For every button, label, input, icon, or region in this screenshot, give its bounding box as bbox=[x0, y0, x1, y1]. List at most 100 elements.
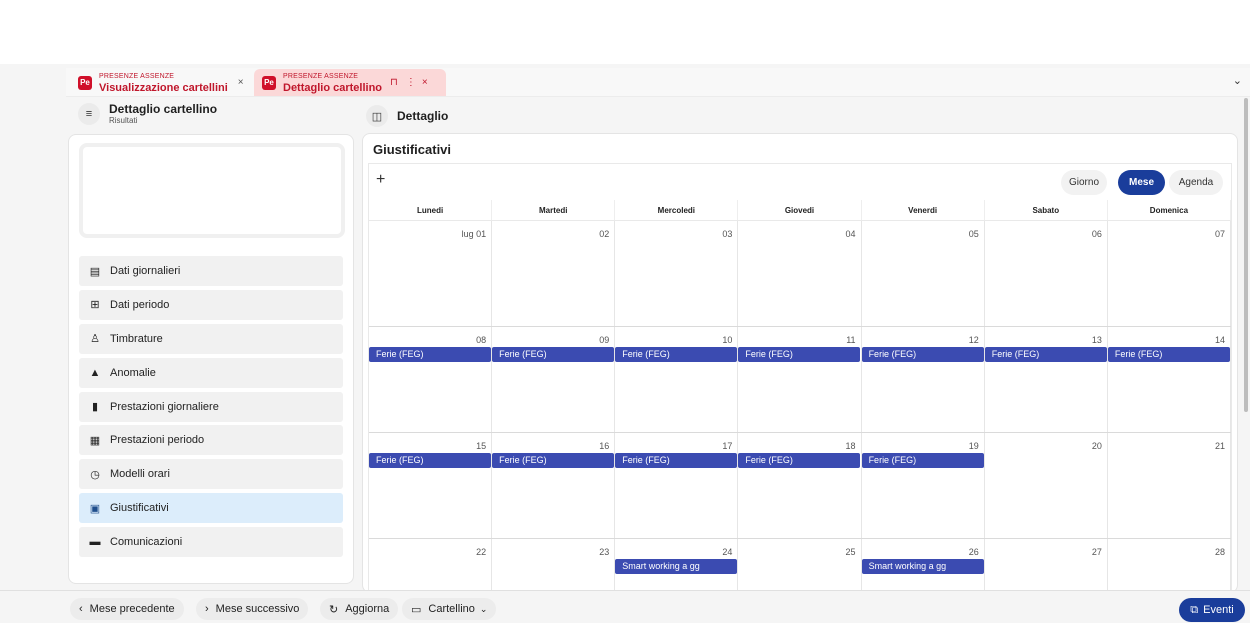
calendar-event[interactable]: Ferie (FEG) bbox=[615, 347, 738, 362]
day-number[interactable]: 26 bbox=[969, 547, 979, 557]
menu-item-prestazioni-periodo[interactable]: ▦ Prestazioni periodo bbox=[79, 425, 343, 456]
more-vert-icon[interactable]: ⋮ bbox=[406, 77, 416, 88]
scrollbar[interactable] bbox=[1244, 98, 1248, 412]
tab-visualizzazione-cartellini[interactable]: Pe PRESENZE ASSENZE Visualizzazione cart… bbox=[70, 69, 252, 96]
calendar-event[interactable]: Ferie (FEG) bbox=[615, 453, 738, 468]
calendar-day-cell[interactable]: 10 Ferie (FEG) bbox=[615, 327, 739, 432]
next-month-button[interactable]: › Mese successivo bbox=[196, 598, 309, 620]
calendar-day-cell[interactable]: 09 Ferie (FEG) bbox=[492, 327, 616, 432]
calendar-event[interactable]: Ferie (FEG) bbox=[984, 347, 1107, 362]
chevron-down-icon[interactable]: ⌄ bbox=[1233, 74, 1242, 87]
calendar-event[interactable]: Ferie (FEG) bbox=[492, 453, 615, 468]
day-number[interactable]: 23 bbox=[599, 547, 609, 557]
calendar-event[interactable]: Ferie (FEG) bbox=[1107, 347, 1230, 362]
day-number[interactable]: 18 bbox=[846, 441, 856, 451]
calendar-day-cell[interactable]: lug 01 bbox=[369, 221, 493, 326]
day-number[interactable]: 24 bbox=[722, 547, 732, 557]
menu-item-dati-periodo[interactable]: ⊞ Dati periodo bbox=[79, 289, 343, 320]
calendar-day-cell[interactable]: 16 Ferie (FEG) bbox=[492, 433, 616, 538]
day-number[interactable]: 17 bbox=[722, 441, 732, 451]
view-agenda-button[interactable]: Agenda bbox=[1169, 170, 1223, 195]
calendar-day-cell[interactable]: 08 Ferie (FEG) bbox=[369, 327, 493, 432]
calendar-event[interactable]: Ferie (FEG) bbox=[369, 453, 491, 468]
menu-item-timbrature[interactable]: ♙ Timbrature bbox=[79, 323, 343, 354]
refresh-button[interactable]: ↻ Aggiorna bbox=[320, 598, 399, 620]
day-number[interactable]: 20 bbox=[1092, 441, 1102, 451]
day-number[interactable]: 02 bbox=[599, 229, 609, 239]
calendar-event[interactable]: Ferie (FEG) bbox=[861, 453, 984, 468]
calendar-day-cell[interactable]: 19 Ferie (FEG) bbox=[861, 433, 985, 538]
day-number[interactable]: lug 01 bbox=[462, 229, 487, 239]
close-icon[interactable]: × bbox=[238, 77, 244, 88]
calendar-event[interactable]: Ferie (FEG) bbox=[738, 453, 861, 468]
calendar-day-cell[interactable]: 13 Ferie (FEG) bbox=[984, 327, 1108, 432]
calendar-day-cell[interactable]: 25 bbox=[738, 539, 862, 592]
day-number[interactable]: 08 bbox=[476, 335, 486, 345]
calendar-day-cell[interactable]: 06 bbox=[985, 221, 1108, 326]
menu-item-prestazioni-giornaliere[interactable]: ▮ Prestazioni giornaliere bbox=[79, 391, 343, 422]
day-number[interactable]: 05 bbox=[969, 229, 979, 239]
calendar-day-cell[interactable]: 21 bbox=[1108, 433, 1231, 538]
calendar-event[interactable]: Smart working a gg bbox=[615, 559, 738, 574]
card-menu-button[interactable]: ▭ Cartellino ⌄ bbox=[402, 598, 497, 620]
events-button[interactable]: ⧉ Eventi bbox=[1179, 598, 1245, 622]
day-number[interactable]: 22 bbox=[476, 547, 486, 557]
day-number[interactable]: 16 bbox=[599, 441, 609, 451]
calendar-day-cell[interactable]: 17 Ferie (FEG) bbox=[615, 433, 739, 538]
menu-item-label: Dati periodo bbox=[110, 298, 170, 311]
menu-item-anomalie[interactable]: ▲ Anomalie bbox=[79, 357, 343, 388]
menu-item-comunicazioni[interactable]: ▬ Comunicazioni bbox=[79, 527, 343, 558]
panel-toggle-button[interactable]: ◫ bbox=[366, 105, 388, 127]
prev-month-button[interactable]: ‹ Mese precedente bbox=[70, 598, 184, 620]
add-event-button[interactable]: + bbox=[376, 171, 385, 189]
day-number[interactable]: 04 bbox=[846, 229, 856, 239]
calendar-day-cell[interactable]: 26 Smart working a gg bbox=[861, 539, 985, 592]
calendar-day-cell[interactable]: 03 bbox=[615, 221, 739, 326]
menu-item-label: Prestazioni periodo bbox=[110, 434, 205, 447]
calendar-day-cell[interactable]: 12 Ferie (FEG) bbox=[861, 327, 985, 432]
view-day-button[interactable]: Giorno bbox=[1061, 170, 1107, 195]
calendar-event[interactable]: Ferie (FEG) bbox=[861, 347, 984, 362]
day-number[interactable]: 27 bbox=[1092, 547, 1102, 557]
calendar-day-cell[interactable]: 22 bbox=[369, 539, 493, 592]
day-number[interactable]: 12 bbox=[969, 335, 979, 345]
tab-dettaglio-cartellino[interactable]: Pe PRESENZE ASSENZE Dettaglio cartellino… bbox=[254, 69, 446, 96]
calendar-day-cell[interactable]: 04 bbox=[738, 221, 862, 326]
menu-item-giustificativi[interactable]: ▣ Giustificativi bbox=[79, 493, 343, 524]
calendar-event[interactable]: Ferie (FEG) bbox=[492, 347, 615, 362]
day-number[interactable]: 13 bbox=[1092, 335, 1102, 345]
calendar-day-cell[interactable]: 23 bbox=[492, 539, 616, 592]
calendar-day-cell[interactable]: 27 bbox=[985, 539, 1108, 592]
list-menu-button[interactable]: ≡ bbox=[78, 103, 100, 125]
calendar-day-cell[interactable]: 28 bbox=[1108, 539, 1231, 592]
day-number[interactable]: 09 bbox=[599, 335, 609, 345]
calendar-day-cell[interactable]: 18 Ferie (FEG) bbox=[738, 433, 862, 538]
close-icon[interactable]: × bbox=[422, 77, 428, 88]
menu-item-modelli-orari[interactable]: ◷ Modelli orari bbox=[79, 459, 343, 490]
calendar-event[interactable]: Smart working a gg bbox=[861, 559, 984, 574]
day-number[interactable]: 28 bbox=[1215, 547, 1225, 557]
calendar-day-cell[interactable]: 14 Ferie (FEG) bbox=[1107, 327, 1231, 432]
menu-item-dati-giornalieri[interactable]: ▤ Dati giornalieri bbox=[79, 256, 343, 286]
day-number[interactable]: 06 bbox=[1092, 229, 1102, 239]
calendar-event[interactable]: Ferie (FEG) bbox=[738, 347, 861, 362]
bookmark-icon[interactable]: ⊓ bbox=[390, 77, 398, 88]
calendar-day-cell[interactable]: 20 bbox=[985, 433, 1108, 538]
day-number[interactable]: 03 bbox=[722, 229, 732, 239]
day-number[interactable]: 25 bbox=[846, 547, 856, 557]
day-number[interactable]: 10 bbox=[722, 335, 732, 345]
calendar-day-cell[interactable]: 15 Ferie (FEG) bbox=[369, 433, 493, 538]
view-month-button[interactable]: Mese bbox=[1118, 170, 1165, 195]
calendar-day-cell[interactable]: 24 Smart working a gg bbox=[615, 539, 739, 592]
day-number[interactable]: 19 bbox=[969, 441, 979, 451]
day-number[interactable]: 11 bbox=[846, 335, 855, 345]
calendar-day-cell[interactable]: 05 bbox=[862, 221, 985, 326]
calendar-day-cell[interactable]: 07 bbox=[1108, 221, 1231, 326]
day-number[interactable]: 15 bbox=[476, 441, 486, 451]
day-number[interactable]: 21 bbox=[1215, 441, 1225, 451]
calendar-day-cell[interactable]: 11 Ferie (FEG) bbox=[738, 327, 862, 432]
calendar-event[interactable]: Ferie (FEG) bbox=[369, 347, 491, 362]
day-number[interactable]: 07 bbox=[1215, 229, 1225, 239]
calendar-day-cell[interactable]: 02 bbox=[492, 221, 616, 326]
day-number[interactable]: 14 bbox=[1215, 335, 1225, 345]
